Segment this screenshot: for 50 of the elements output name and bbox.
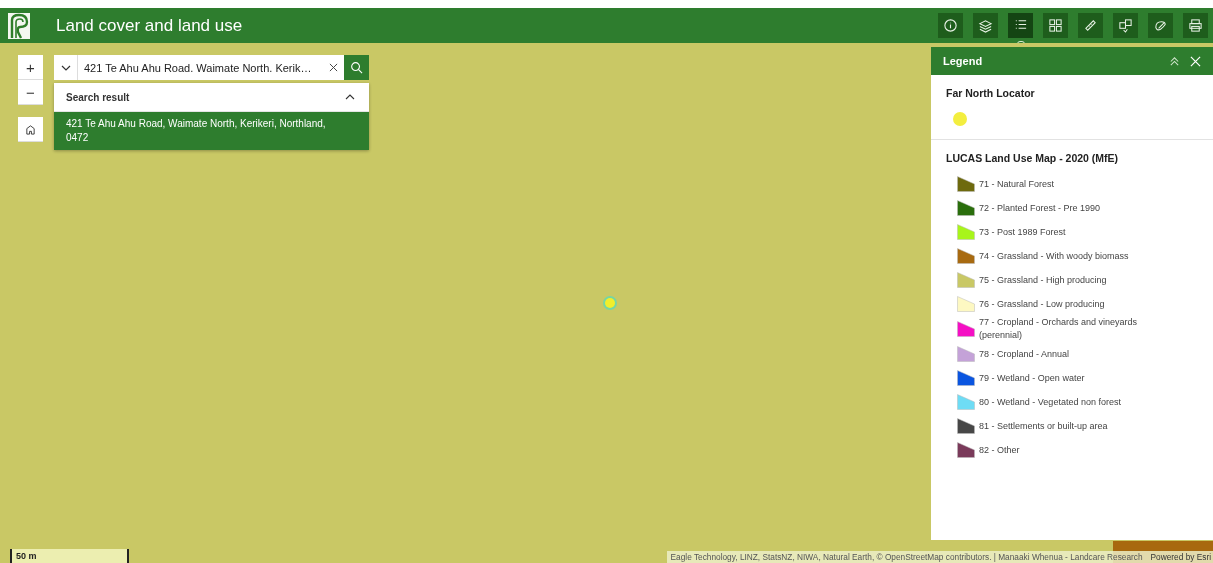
legend-label: 81 - Settlements or built-up area <box>979 419 1109 433</box>
caret-icon[interactable] <box>345 94 355 100</box>
legend-label: 78 - Cropland - Annual <box>979 347 1071 361</box>
search-icon <box>350 61 363 74</box>
location-marker-icon <box>602 295 618 311</box>
ruler-tool-button[interactable] <box>1078 13 1103 38</box>
draw-tool-button[interactable] <box>1148 13 1173 38</box>
collapse-icon[interactable] <box>1169 55 1180 67</box>
legend-tool-button[interactable] <box>1008 13 1033 38</box>
close-icon[interactable] <box>329 63 338 72</box>
select-tool-button[interactable] <box>1113 13 1138 38</box>
info-icon <box>943 18 958 33</box>
legend-title: Legend <box>943 55 984 67</box>
legend-label: 75 - Grassland - High producing <box>979 273 1108 287</box>
squares-icon <box>1118 18 1133 33</box>
legend-label: 73 - Post 1989 Forest <box>979 225 1067 239</box>
legend-label: 72 - Planted Forest - Pre 1990 <box>979 201 1102 215</box>
zoom-out-button[interactable]: − <box>18 80 43 105</box>
layers-icon <box>978 18 993 33</box>
search-result-item[interactable]: 421 Te Ahu Ahu Road, Waimate North, Kerikeri, Northland, 0472 <box>54 112 369 150</box>
print-tool-button[interactable] <box>1183 13 1208 38</box>
layer-title: Far North Locator <box>946 87 1036 99</box>
layers-tool-button[interactable] <box>973 13 998 38</box>
zoom-in-button[interactable]: + <box>18 55 43 80</box>
legend-label: 76 - Grassland - Low producing <box>979 297 1106 311</box>
powered-by-link[interactable]: Powered by Esri <box>1150 552 1211 562</box>
legend-label: 80 - Wetland - Vegetated non forest <box>979 395 1122 409</box>
home-button[interactable] <box>18 117 43 142</box>
layer-title: LUCAS Land Use Map - 2020 (MfE) <box>946 152 1120 164</box>
legend-label: 74 - Grassland - With woody biomass <box>979 249 1130 263</box>
search-field[interactable]: 421 Te Ahu Ahu Road. Waimate North. Kerik… <box>78 55 344 80</box>
grid-icon <box>1048 18 1063 33</box>
palette-icon <box>1153 18 1168 33</box>
legend-label: 79 - Wetland - Open water <box>979 371 1086 385</box>
logo-icon <box>8 12 30 39</box>
legend-label: 82 - Other <box>979 443 1021 457</box>
info-tool-button[interactable] <box>938 13 963 38</box>
search-button[interactable] <box>344 55 369 80</box>
map[interactable] <box>0 43 1213 563</box>
chevron-icon <box>60 64 71 71</box>
results-heading: Search result <box>66 91 131 103</box>
app-title: Land cover and land use <box>56 15 243 36</box>
legend-label: 77 - Cropland - Orchards and vineyards (perennial) <box>979 316 1139 342</box>
attribution-text: Eagle Technology, LINZ, StatsNZ, NIWA, Natural Earth, © OpenStreetMap contributors. | Manaaki Whenua - Landcare Research <box>670 552 1143 562</box>
scale-bar: 50 m <box>10 549 129 563</box>
grid-tool-button[interactable] <box>1043 13 1068 38</box>
ruler-icon <box>1083 18 1098 33</box>
home-icon <box>25 123 36 135</box>
printer-icon <box>1188 18 1203 33</box>
legend-label: 71 - Natural Forest <box>979 177 1056 191</box>
